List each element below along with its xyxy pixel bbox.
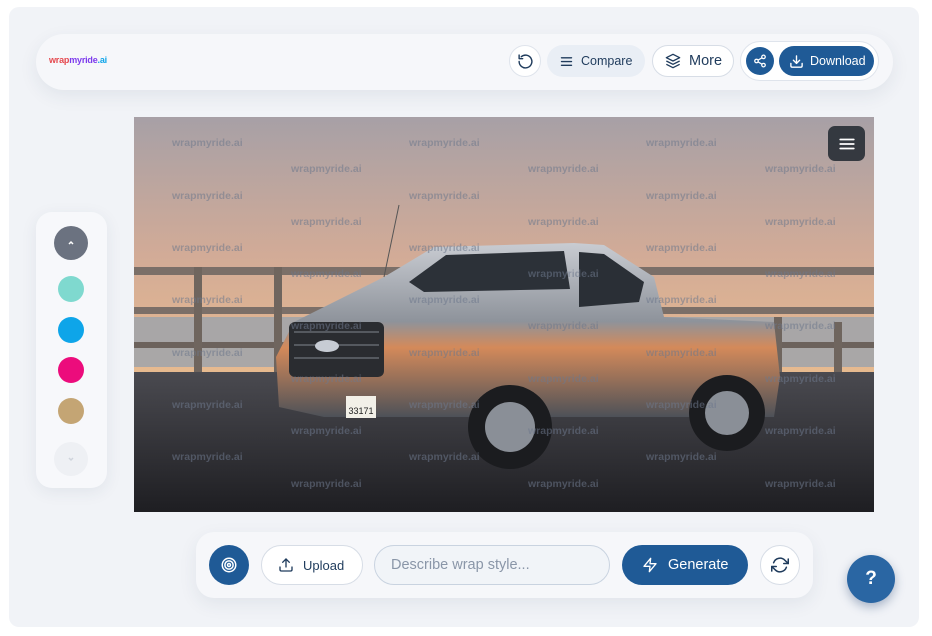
export-group: Download <box>740 41 879 81</box>
watermark: wrapmyride.ai <box>646 137 717 149</box>
download-icon <box>790 54 803 68</box>
list-icon <box>560 56 573 66</box>
watermark: wrapmyride.ai <box>172 451 243 463</box>
watermark: wrapmyride.ai <box>646 190 717 202</box>
color-swatch-blue[interactable] <box>58 317 84 343</box>
app-logo[interactable]: wrapmyride.ai <box>49 55 107 65</box>
watermark: wrapmyride.ai <box>646 294 717 306</box>
generate-label: Generate <box>668 557 729 573</box>
watermark: wrapmyride.ai <box>765 373 836 385</box>
share-button[interactable] <box>746 47 774 75</box>
watermark: wrapmyride.ai <box>409 399 480 411</box>
watermark: wrapmyride.ai <box>765 478 836 490</box>
watermark: wrapmyride.ai <box>172 347 243 359</box>
share-icon <box>754 54 766 68</box>
watermark: wrapmyride.ai <box>528 268 599 280</box>
chevron-up-icon <box>68 240 74 245</box>
watermark: wrapmyride.ai <box>172 399 243 411</box>
color-swatch-magenta[interactable] <box>58 357 84 383</box>
watermark: wrapmyride.ai <box>291 320 362 332</box>
watermark: wrapmyride.ai <box>409 294 480 306</box>
upload-icon <box>279 558 293 572</box>
watermark: wrapmyride.ai <box>291 163 362 175</box>
watermark: wrapmyride.ai <box>291 268 362 280</box>
watermark: wrapmyride.ai <box>528 373 599 385</box>
color-palette <box>36 212 107 488</box>
generate-button[interactable]: Generate <box>622 545 748 585</box>
image-menu-button[interactable] <box>828 126 865 161</box>
regenerate-button[interactable] <box>760 545 800 585</box>
watermark: wrapmyride.ai <box>528 163 599 175</box>
more-button[interactable]: More <box>652 45 734 77</box>
watermark: wrapmyride.ai <box>646 399 717 411</box>
watermark: wrapmyride.ai <box>172 190 243 202</box>
download-label: Download <box>810 54 866 68</box>
layers-icon <box>665 53 681 69</box>
watermark: wrapmyride.ai <box>528 320 599 332</box>
watermark: wrapmyride.ai <box>528 216 599 228</box>
watermark: wrapmyride.ai <box>765 163 836 175</box>
watermark: wrapmyride.ai <box>528 425 599 437</box>
palette-scroll-up-button[interactable] <box>54 226 88 260</box>
palette-scroll-down-button[interactable] <box>54 442 88 476</box>
target-button[interactable] <box>209 545 249 585</box>
watermark: wrapmyride.ai <box>646 242 717 254</box>
watermark: wrapmyride.ai <box>409 242 480 254</box>
watermark: wrapmyride.ai <box>291 216 362 228</box>
more-label: More <box>689 53 723 69</box>
undo-icon <box>517 53 533 69</box>
help-button[interactable]: ? <box>847 555 895 603</box>
upload-button[interactable]: Upload <box>261 545 363 585</box>
top-toolbar: wrapmyride.ai Compare More Download <box>36 34 893 90</box>
watermark: wrapmyride.ai <box>646 347 717 359</box>
undo-button[interactable] <box>509 45 541 77</box>
hamburger-icon <box>838 138 855 149</box>
watermark: wrapmyride.ai <box>409 190 480 202</box>
vehicle-preview-image: wrapmyride.ai wrapmyride.ai wrapmyride.a… <box>134 117 874 512</box>
refresh-icon <box>771 557 789 573</box>
watermark: wrapmyride.ai <box>291 373 362 385</box>
compare-button[interactable]: Compare <box>547 45 645 77</box>
lightning-icon <box>643 557 657 573</box>
watermark: wrapmyride.ai <box>409 451 480 463</box>
watermark: wrapmyride.ai <box>765 425 836 437</box>
watermark: wrapmyride.ai <box>291 425 362 437</box>
prompt-bar: Upload Generate <box>196 532 813 598</box>
upload-label: Upload <box>303 557 345 573</box>
target-icon <box>221 557 237 573</box>
watermark: wrapmyride.ai <box>409 347 480 359</box>
truck-photo <box>134 117 874 512</box>
download-button[interactable]: Download <box>779 46 874 76</box>
watermark: wrapmyride.ai <box>765 216 836 228</box>
watermark: wrapmyride.ai <box>646 451 717 463</box>
watermark: wrapmyride.ai <box>172 137 243 149</box>
watermark: wrapmyride.ai <box>409 137 480 149</box>
color-swatch-tan[interactable] <box>58 398 84 424</box>
compare-label: Compare <box>581 54 633 68</box>
license-plate: 33171 <box>348 406 374 416</box>
color-swatch-teal[interactable] <box>58 276 84 302</box>
watermark: wrapmyride.ai <box>765 268 836 280</box>
watermark: wrapmyride.ai <box>765 320 836 332</box>
wrap-style-input[interactable] <box>374 545 610 585</box>
watermark: wrapmyride.ai <box>291 478 362 490</box>
watermark: wrapmyride.ai <box>172 294 243 306</box>
chevron-down-icon <box>68 457 74 462</box>
watermark: wrapmyride.ai <box>528 478 599 490</box>
watermark: wrapmyride.ai <box>172 242 243 254</box>
